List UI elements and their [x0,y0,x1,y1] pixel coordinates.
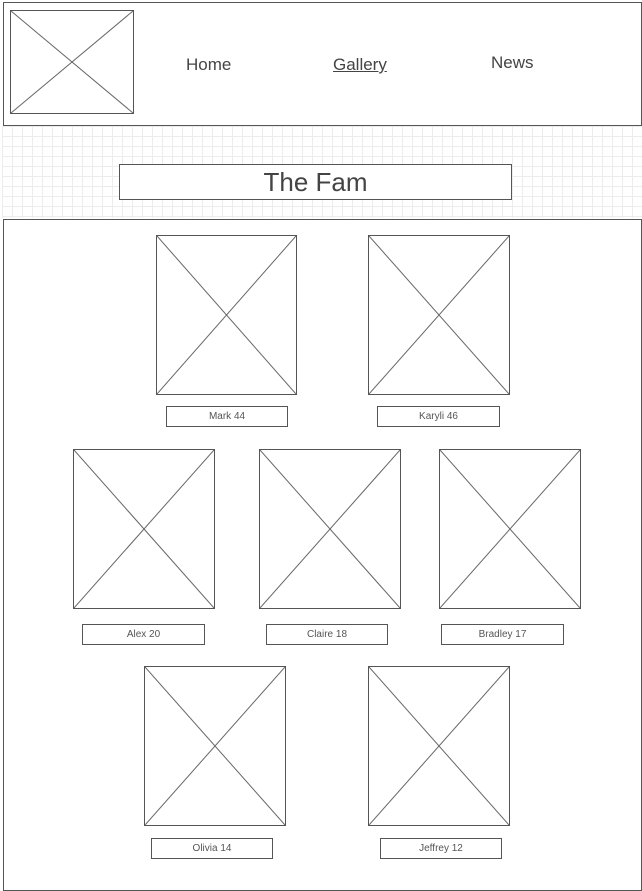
image-placeholder-icon [74,450,214,608]
image-placeholder-icon [157,236,296,394]
page-title: The Fam [263,166,368,197]
caption-claire: Claire 18 [266,624,388,645]
photo-jeffrey[interactable] [368,666,510,826]
photo-alex[interactable] [73,449,215,609]
photo-karyli[interactable] [368,235,510,395]
page-title-box: The Fam [119,164,512,200]
caption-mark: Mark 44 [166,406,288,427]
nav-gallery[interactable]: Gallery [333,55,387,75]
caption-bradley: Bradley 17 [441,624,564,645]
image-placeholder-icon [11,11,133,113]
image-placeholder-icon [369,667,509,825]
caption-jeffrey: Jeffrey 12 [380,838,502,859]
photo-mark[interactable] [156,235,297,395]
logo-placeholder[interactable] [10,10,134,114]
photo-claire[interactable] [259,449,401,609]
caption-karyli: Karyli 46 [377,406,500,427]
nav-news[interactable]: News [491,53,534,73]
image-placeholder-icon [440,450,580,608]
caption-alex: Alex 20 [82,624,205,645]
nav-home[interactable]: Home [186,55,231,75]
photo-bradley[interactable] [439,449,581,609]
image-placeholder-icon [260,450,400,608]
caption-olivia: Olivia 14 [151,838,273,859]
image-placeholder-icon [145,667,285,825]
image-placeholder-icon [369,236,509,394]
photo-olivia[interactable] [144,666,286,826]
